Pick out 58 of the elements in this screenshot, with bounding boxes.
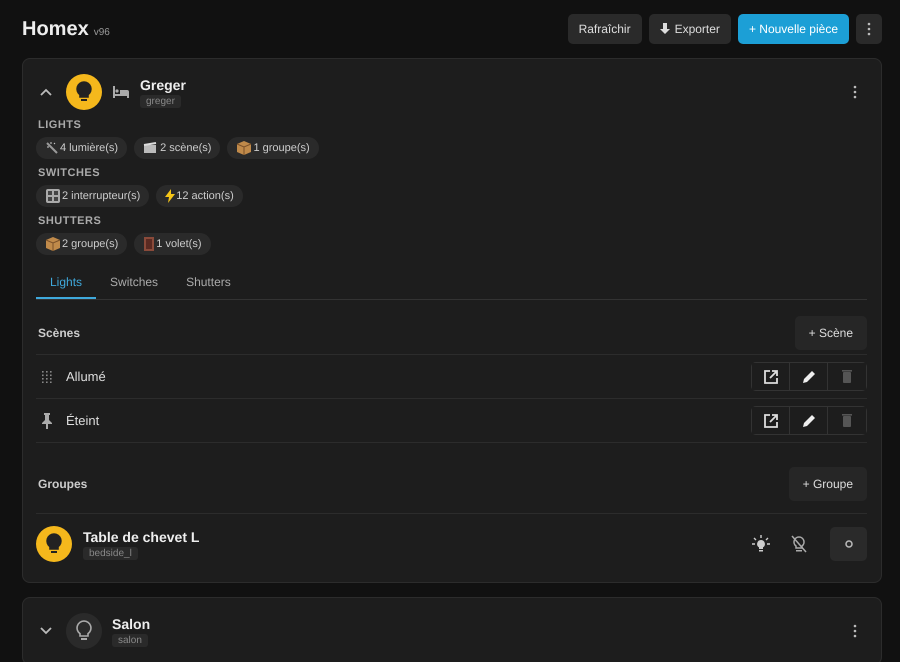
chip-label: 12 action(s) — [176, 190, 234, 202]
chip-label: 2 groupe(s) — [62, 238, 118, 250]
bed-icon — [112, 86, 130, 98]
section-title: Scènes — [38, 326, 80, 340]
category-heading: SHUTTERS — [38, 215, 102, 227]
room-slug: greger — [140, 94, 181, 108]
export-button[interactable]: Exporter — [648, 14, 731, 44]
tab[interactable]: Shutters — [172, 267, 245, 299]
category-heading: SWITCHES — [38, 167, 102, 179]
app-title: Homex — [22, 18, 89, 40]
chevron-down-icon[interactable] — [40, 627, 52, 635]
chevron-up-icon[interactable] — [40, 88, 52, 96]
chip-label: 2 interrupteur(s) — [62, 190, 140, 202]
chip-label: 1 volet(s) — [156, 238, 202, 250]
external-link-icon[interactable] — [764, 414, 778, 428]
download-icon[interactable] — [660, 23, 670, 35]
add-scene-button[interactable]: + Scène — [794, 316, 867, 350]
chip-label: 1 groupe(s) — [253, 142, 310, 154]
chip-label: 2 scène(s) — [160, 142, 212, 154]
scene-name: Allumé — [66, 369, 106, 384]
light-off-icon[interactable] — [791, 535, 807, 553]
more-button[interactable] — [856, 14, 882, 44]
version-label: v96 — [94, 26, 110, 38]
section-title: Groupes — [38, 477, 88, 491]
wand-icon — [45, 141, 59, 155]
group-slug: bedside_l — [83, 546, 138, 560]
box-icon — [236, 140, 252, 156]
switch-panel-icon — [45, 188, 61, 204]
group-name: Table de chevet L — [83, 528, 200, 544]
room-slug: salon — [112, 634, 148, 646]
door-icon — [143, 236, 156, 252]
bulb-icon[interactable] — [66, 613, 102, 649]
refresh-button[interactable]: Rafraîchir — [568, 14, 642, 44]
more-icon[interactable] — [853, 85, 857, 99]
light-on-icon[interactable] — [752, 535, 770, 553]
lightning-icon — [165, 189, 176, 203]
tab[interactable]: Switches — [96, 267, 172, 299]
settings-icon[interactable] — [844, 540, 852, 548]
open-button[interactable] — [752, 363, 790, 390]
bulb-icon[interactable] — [36, 526, 72, 562]
more-icon[interactable] — [867, 22, 871, 36]
room-name: Greger — [140, 76, 186, 92]
open-button[interactable] — [752, 407, 790, 434]
settings-button[interactable] — [830, 527, 867, 561]
bulb-icon[interactable] — [66, 74, 102, 110]
external-link-icon[interactable] — [764, 370, 778, 384]
add-group-button[interactable]: + Groupe — [788, 467, 867, 501]
pin-icon[interactable] — [42, 412, 52, 428]
pencil-icon[interactable] — [802, 414, 816, 428]
scene-name: Éteint — [66, 413, 100, 428]
more-icon[interactable] — [853, 624, 857, 638]
box-icon — [45, 236, 61, 252]
drag-handle-icon[interactable] — [42, 370, 52, 382]
chip-label: 4 lumière(s) — [60, 142, 118, 154]
category-heading: LIGHTS — [38, 119, 82, 131]
pencil-icon[interactable] — [802, 370, 816, 384]
room-name: Salon — [112, 616, 150, 632]
tab[interactable]: Lights — [36, 267, 96, 299]
